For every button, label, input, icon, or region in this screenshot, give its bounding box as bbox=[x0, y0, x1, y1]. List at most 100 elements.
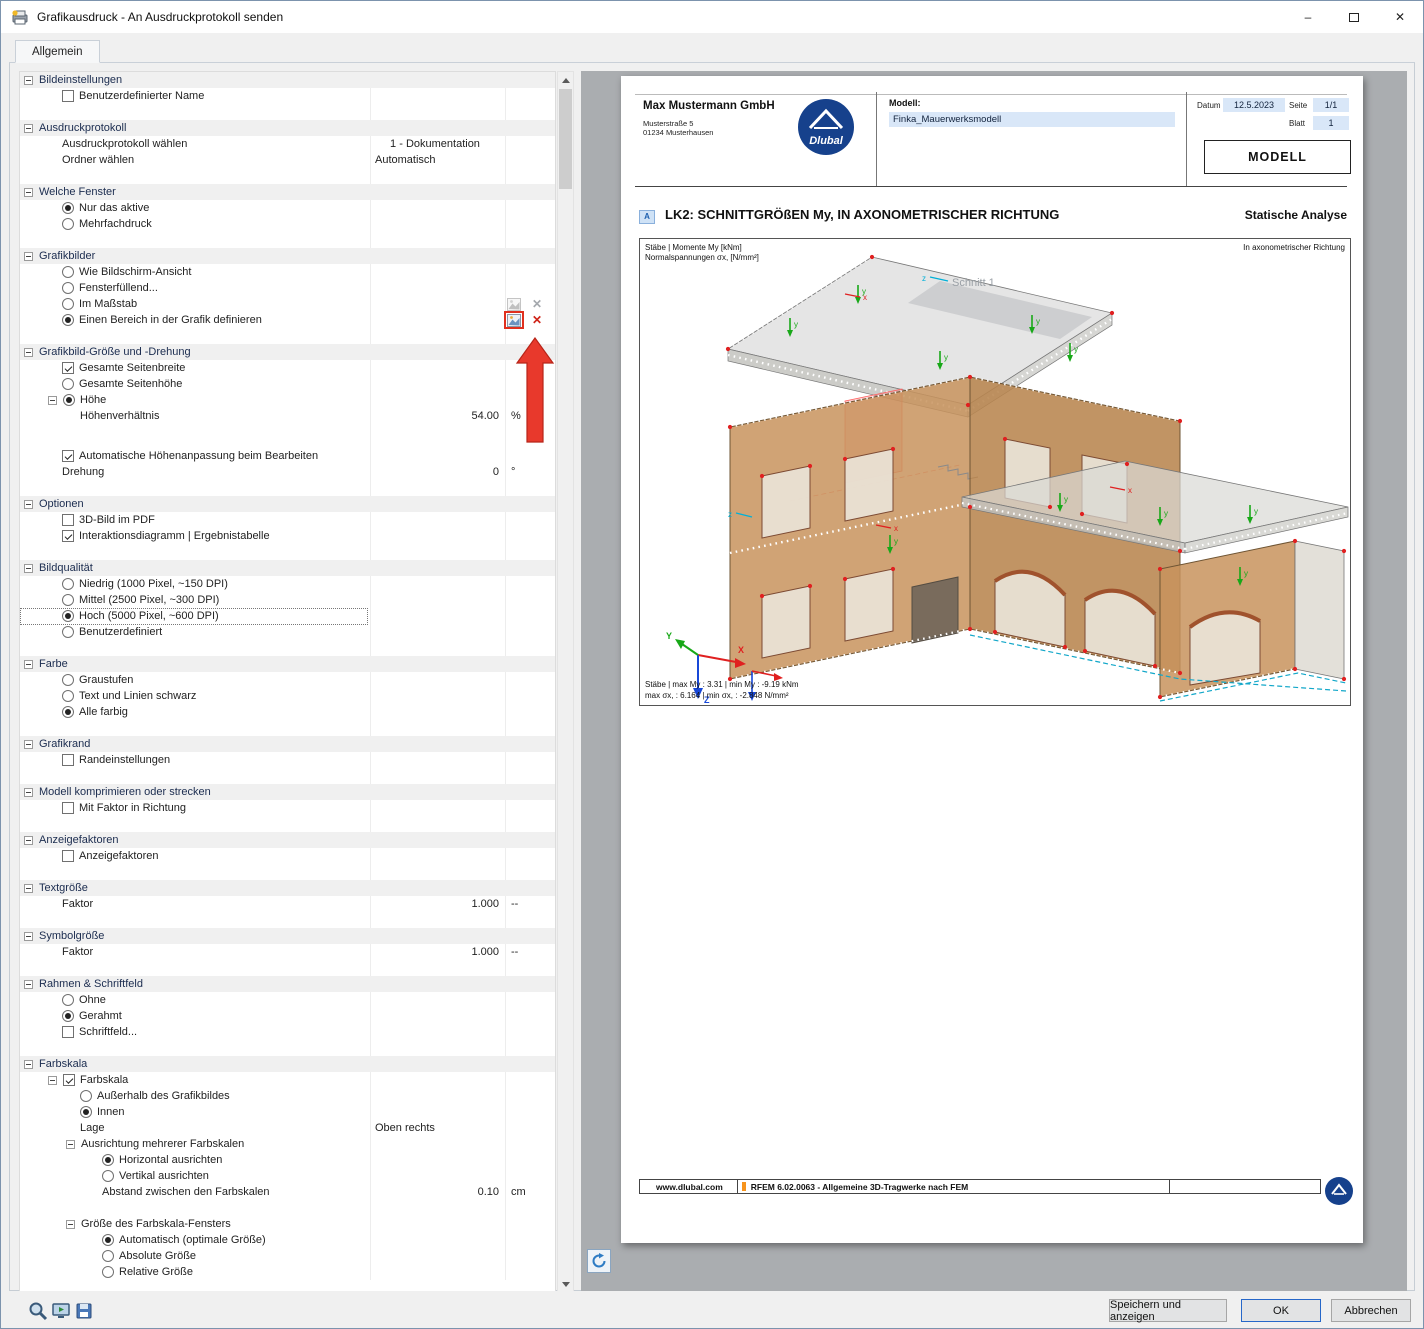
collapse-minus-icon[interactable] bbox=[24, 499, 33, 509]
settings-row[interactable]: Abstand zwischen den Farbskalen 0.10 cm bbox=[20, 1184, 555, 1200]
settings-row[interactable]: Höhe bbox=[20, 392, 555, 408]
tab-allgemein[interactable]: Allgemein bbox=[15, 40, 100, 63]
settings-section-header[interactable]: Anzeigefaktoren bbox=[20, 832, 555, 848]
row-value[interactable]: Automatisch bbox=[371, 152, 503, 168]
radio-button[interactable] bbox=[62, 706, 74, 718]
scrollbar-thumb[interactable] bbox=[559, 89, 572, 189]
radio-button[interactable] bbox=[63, 394, 75, 406]
collapse-minus-icon[interactable] bbox=[48, 395, 57, 405]
cancel-button[interactable]: Abbrechen bbox=[1331, 1299, 1411, 1322]
settings-row[interactable]: Fensterfüllend... bbox=[20, 280, 555, 296]
display-settings-button[interactable] bbox=[50, 1300, 72, 1322]
settings-section-header[interactable]: Optionen bbox=[20, 496, 555, 512]
radio-button[interactable] bbox=[102, 1250, 114, 1262]
settings-row[interactable]: Höhenverhältnis 54.00% bbox=[20, 408, 555, 424]
settings-row[interactable]: Gerahmt bbox=[20, 1008, 555, 1024]
collapse-minus-icon[interactable] bbox=[24, 659, 33, 669]
settings-row[interactable]: Relative Größe bbox=[20, 1264, 555, 1280]
settings-row[interactable]: Farbskala bbox=[20, 1072, 555, 1088]
radio-button[interactable] bbox=[62, 626, 74, 638]
settings-row[interactable]: Mehrfachdruck bbox=[20, 216, 555, 232]
settings-row[interactable]: Ohne bbox=[20, 992, 555, 1008]
settings-section-header[interactable]: Farbe bbox=[20, 656, 555, 672]
settings-section-header[interactable]: Bildqualität bbox=[20, 560, 555, 576]
radio-button[interactable] bbox=[62, 578, 74, 590]
collapse-minus-icon[interactable] bbox=[24, 931, 33, 941]
row-value[interactable]: Oben rechts bbox=[371, 1120, 503, 1136]
ok-button[interactable]: OK bbox=[1241, 1299, 1321, 1322]
settings-row[interactable]: Alle farbig bbox=[20, 704, 555, 720]
row-value[interactable]: 1.000 bbox=[371, 944, 503, 960]
collapse-minus-icon[interactable] bbox=[24, 835, 33, 845]
refresh-preview-button[interactable] bbox=[587, 1249, 611, 1273]
radio-button[interactable] bbox=[62, 218, 74, 230]
settings-section-header[interactable]: Textgröße bbox=[20, 880, 555, 896]
checkbox[interactable] bbox=[62, 450, 74, 462]
search-settings-button[interactable] bbox=[27, 1300, 49, 1322]
radio-button[interactable] bbox=[62, 674, 74, 686]
collapse-minus-icon[interactable] bbox=[24, 347, 33, 357]
save-settings-button[interactable] bbox=[73, 1300, 95, 1322]
settings-row[interactable]: Automatisch (optimale Größe) bbox=[20, 1232, 555, 1248]
radio-button[interactable] bbox=[80, 1090, 92, 1102]
collapse-minus-icon[interactable] bbox=[24, 187, 33, 197]
settings-row[interactable]: Faktor 1.000 -- bbox=[20, 896, 555, 912]
row-value[interactable]: 1.000 bbox=[371, 896, 503, 912]
settings-row[interactable]: Mittel (2500 Pixel, ~300 DPI) bbox=[20, 592, 555, 608]
settings-row[interactable]: Ausdruckprotokoll wählen 1 - Dokumentatio… bbox=[20, 136, 555, 152]
row-value[interactable]: 54.00 bbox=[371, 408, 503, 424]
collapse-minus-icon[interactable] bbox=[24, 75, 33, 85]
settings-row[interactable]: Interaktionsdiagramm | Ergebnistabelle bbox=[20, 528, 555, 544]
collapse-minus-icon[interactable] bbox=[24, 123, 33, 133]
settings-row[interactable]: Einen Bereich in der Grafik definieren ✕ bbox=[20, 311, 555, 329]
settings-scrollbar[interactable] bbox=[557, 71, 574, 1293]
checkbox[interactable] bbox=[62, 850, 74, 862]
scroll-down-button[interactable] bbox=[558, 1276, 573, 1292]
collapse-minus-icon[interactable] bbox=[24, 563, 33, 573]
checkbox[interactable] bbox=[62, 362, 74, 374]
row-value[interactable]: 1 - Dokumentation bbox=[371, 136, 503, 152]
settings-section-header[interactable]: Grafikrand bbox=[20, 736, 555, 752]
settings-row[interactable]: Gesamte Seitenhöhe bbox=[20, 376, 555, 392]
collapse-minus-icon[interactable] bbox=[24, 1059, 33, 1069]
collapse-minus-icon[interactable] bbox=[24, 979, 33, 989]
settings-row[interactable]: Außerhalb des Grafikbildes bbox=[20, 1088, 555, 1104]
settings-section-header[interactable]: Grafikbilder bbox=[20, 248, 555, 264]
settings-row[interactable]: Nur das aktive bbox=[20, 200, 555, 216]
define-region-icon[interactable] bbox=[504, 311, 524, 329]
settings-row[interactable]: Absolute Größe bbox=[20, 1248, 555, 1264]
radio-button[interactable] bbox=[80, 1106, 92, 1118]
collapse-minus-icon[interactable] bbox=[24, 787, 33, 797]
close-button[interactable]: ✕ bbox=[1377, 1, 1423, 33]
minimize-button[interactable]: – bbox=[1285, 1, 1331, 33]
radio-button[interactable] bbox=[102, 1266, 114, 1278]
settings-row[interactable]: Lage Oben rechts bbox=[20, 1120, 555, 1136]
radio-button[interactable] bbox=[62, 994, 74, 1006]
maximize-button[interactable] bbox=[1331, 1, 1377, 33]
settings-row[interactable]: 3D-Bild im PDF bbox=[20, 512, 555, 528]
settings-row[interactable]: Hoch (5000 Pixel, ~600 DPI) bbox=[20, 608, 555, 625]
settings-section-header[interactable]: Modell komprimieren oder strecken bbox=[20, 784, 555, 800]
checkbox[interactable] bbox=[62, 514, 74, 526]
checkbox[interactable] bbox=[62, 530, 74, 542]
row-value[interactable]: 0 bbox=[371, 464, 503, 480]
radio-button[interactable] bbox=[62, 282, 74, 294]
checkbox[interactable] bbox=[63, 1074, 75, 1086]
settings-row[interactable]: Vertikal ausrichten bbox=[20, 1168, 555, 1184]
settings-row[interactable]: Benutzerdefinierter Name bbox=[20, 88, 555, 104]
settings-row[interactable]: Text und Linien schwarz bbox=[20, 688, 555, 704]
save-and-show-button[interactable]: Speichern und anzeigen bbox=[1109, 1299, 1227, 1323]
settings-row[interactable]: Horizontal ausrichten bbox=[20, 1152, 555, 1168]
settings-row[interactable]: Im Maßstab ✕ bbox=[20, 296, 555, 312]
radio-button[interactable] bbox=[62, 690, 74, 702]
settings-row[interactable]: Graustufen bbox=[20, 672, 555, 688]
radio-button[interactable] bbox=[62, 298, 74, 310]
settings-row[interactable]: Faktor 1.000 -- bbox=[20, 944, 555, 960]
settings-row[interactable]: Niedrig (1000 Pixel, ~150 DPI) bbox=[20, 576, 555, 592]
settings-row[interactable]: Innen bbox=[20, 1104, 555, 1120]
settings-row[interactable]: Automatische Höhenanpassung beim Bearbei… bbox=[20, 448, 555, 464]
settings-section-header[interactable]: Welche Fenster bbox=[20, 184, 555, 200]
settings-row[interactable]: Benutzerdefiniert bbox=[20, 624, 555, 640]
settings-section-header[interactable]: Farbskala bbox=[20, 1056, 555, 1072]
settings-row[interactable]: Mit Faktor in Richtung bbox=[20, 800, 555, 816]
